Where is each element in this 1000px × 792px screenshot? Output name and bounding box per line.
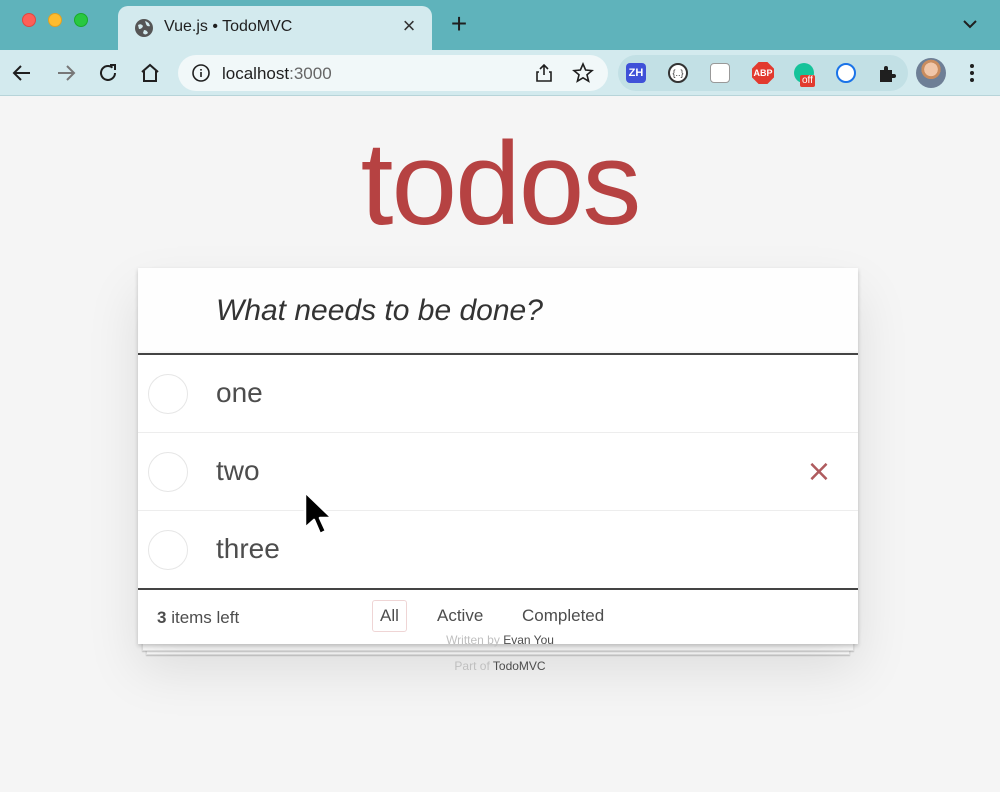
password-extension-icon[interactable] — [836, 63, 856, 83]
url-port: :3000 — [289, 64, 332, 83]
back-arrow-icon[interactable] — [10, 61, 34, 85]
forward-arrow-icon[interactable] — [54, 61, 78, 85]
new-tab-button[interactable]: + — [446, 10, 472, 38]
info-footer: Written by Evan You Part of TodoMVC — [0, 627, 1000, 679]
extensions-area: ZH {..} ABP off — [618, 55, 908, 91]
items-left-count: 3 items left — [157, 608, 239, 628]
puzzle-icon[interactable] — [876, 63, 898, 85]
share-icon[interactable] — [534, 63, 554, 83]
browser-tab-active[interactable]: Vue.js • TodoMVC × — [118, 6, 432, 50]
close-window-button[interactable] — [22, 13, 36, 27]
home-icon[interactable] — [138, 61, 162, 85]
delete-todo-x-icon[interactable]: × — [806, 457, 832, 487]
kebab-menu-icon[interactable] — [962, 62, 982, 84]
reload-icon[interactable] — [96, 61, 120, 85]
todo-label[interactable]: one — [216, 377, 263, 409]
tab-title: Vue.js • TodoMVC — [164, 18, 293, 35]
globe-icon — [135, 19, 153, 37]
translate-extension-icon[interactable]: ZH — [626, 63, 646, 83]
todo-toggle-checkbox[interactable] — [148, 374, 188, 414]
profile-avatar[interactable] — [916, 58, 946, 88]
bookmark-star-icon[interactable] — [572, 62, 594, 84]
todo-app: one two × three 3 items left All Active … — [138, 268, 858, 644]
adblock-extension-icon[interactable]: ABP — [752, 62, 774, 84]
tab-close-icon[interactable]: × — [398, 15, 420, 37]
todo-item[interactable]: three — [138, 511, 858, 589]
part-of-line: Part of TodoMVC — [0, 653, 1000, 679]
page-content: todos one two × three 3 items left All — [0, 97, 1000, 792]
chevron-down-icon[interactable] — [960, 14, 980, 34]
tab-strip: Vue.js • TodoMVC × + — [0, 0, 1000, 50]
author-link[interactable]: Evan You — [503, 633, 554, 647]
maximize-window-button[interactable] — [74, 13, 88, 27]
url-text[interactable]: localhost:3000 — [222, 64, 332, 84]
todomvc-link[interactable]: TodoMVC — [493, 659, 546, 673]
written-by-prefix: Written by — [446, 633, 504, 647]
part-of-prefix: Part of — [454, 659, 493, 673]
written-by-line: Written by Evan You — [0, 627, 1000, 653]
address-bar[interactable]: localhost:3000 — [178, 55, 608, 91]
clipper-extension-icon[interactable] — [710, 63, 730, 83]
url-host: localhost — [222, 64, 290, 83]
info-icon[interactable] — [192, 64, 210, 82]
todo-toggle-checkbox[interactable] — [148, 452, 188, 492]
items-left-suffix: items left — [166, 608, 240, 627]
json-viewer-extension-icon[interactable]: {..} — [668, 63, 688, 83]
todo-item[interactable]: one — [138, 355, 858, 433]
mouse-pointer-icon — [303, 490, 334, 536]
new-todo-input[interactable] — [138, 268, 858, 353]
todo-toggle-checkbox[interactable] — [148, 530, 188, 570]
app-title: todos — [360, 118, 642, 250]
browser-toolbar: localhost:3000 ZH {..} ABP off — [0, 50, 1000, 96]
grammarly-off-badge: off — [800, 75, 815, 87]
todo-item[interactable]: two × — [138, 433, 858, 511]
todo-label[interactable]: three — [216, 533, 280, 565]
todo-label[interactable]: two — [216, 455, 260, 487]
todo-list: one two × three — [138, 353, 858, 589]
minimize-window-button[interactable] — [48, 13, 62, 27]
